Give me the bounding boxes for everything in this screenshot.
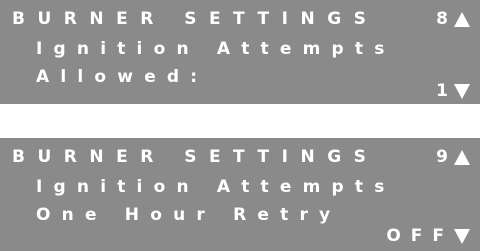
- setting-value: 1: [436, 81, 448, 101]
- page-number: 8: [436, 9, 448, 29]
- arrow-up-triangle-icon[interactable]: [454, 149, 470, 165]
- setting-value: OFF: [386, 226, 454, 246]
- setting-label-line-2: One Hour Retry: [36, 205, 342, 225]
- arrow-down-triangle-icon[interactable]: [454, 83, 470, 99]
- value-indicator: OFF: [386, 223, 470, 249]
- screen-title: BURNER SETTINGS: [12, 9, 379, 29]
- setting-label-line-1: Ignition Attempts: [36, 177, 396, 197]
- page-number: 9: [436, 147, 448, 167]
- arrow-down-triangle-icon[interactable]: [454, 228, 470, 244]
- value-indicator: 1: [436, 78, 470, 104]
- lcd-screen-burner-settings-8: BURNER SETTINGS 8 Ignition Attempts Allo…: [0, 0, 480, 104]
- page-indicator: 8: [436, 6, 470, 32]
- arrow-up-triangle-icon[interactable]: [454, 11, 470, 27]
- screen-title: BURNER SETTINGS: [12, 147, 379, 167]
- page-indicator: 9: [436, 144, 470, 170]
- setting-label-line-1: Ignition Attempts: [36, 39, 396, 59]
- setting-label-line-2: Allowed:: [36, 67, 209, 87]
- lcd-screen-burner-settings-9: BURNER SETTINGS 9 Ignition Attempts One …: [0, 138, 480, 251]
